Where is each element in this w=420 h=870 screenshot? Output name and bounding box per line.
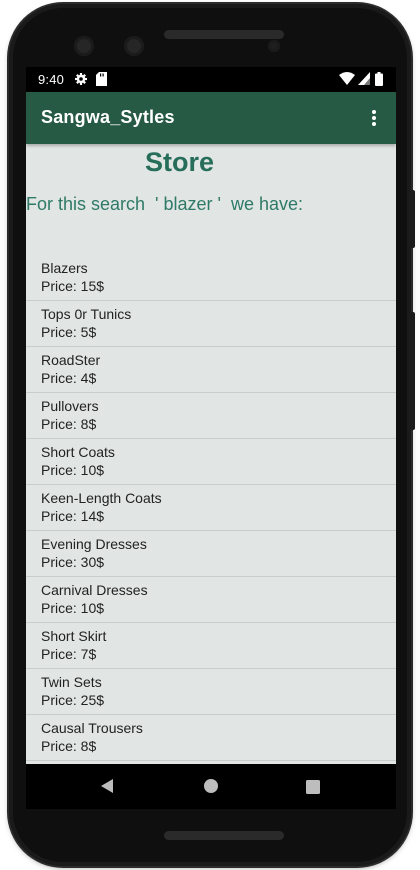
product-name: Pullovers <box>41 398 99 414</box>
product-name: Carnival Dresses <box>41 582 148 598</box>
product-name: Short Coats <box>41 444 115 460</box>
product-item[interactable]: Causal Trousers Price: 8$ <box>26 715 396 761</box>
product-name: Short Skirt <box>41 628 107 644</box>
product-price: Price: 10$ <box>41 600 105 616</box>
sd-card-icon <box>96 72 107 91</box>
product-price: Price: 7$ <box>41 646 97 662</box>
product-item[interactable]: Keen-Length Coats Price: 14$ <box>26 485 396 531</box>
search-result-label: For this search ' blazer ' we have: <box>26 194 303 214</box>
product-item[interactable]: Tops 0r Tunics Price: 5$ <box>26 301 396 347</box>
product-item[interactable]: Carnival Dresses Price: 10$ <box>26 577 396 623</box>
product-item[interactable]: Twin Sets Price: 25$ <box>26 669 396 715</box>
product-item[interactable]: Short Coats Price: 10$ <box>26 439 396 485</box>
home-icon[interactable] <box>203 778 219 798</box>
product-price: Price: 4$ <box>41 370 97 386</box>
store-heading: Store <box>144 147 215 177</box>
app-screen: 9:40 Sangwa_Sytles Store For this search… <box>26 67 396 809</box>
status-bar: 9:40 <box>26 67 396 92</box>
product-price: Price: 8$ <box>41 416 97 432</box>
light-sensor <box>268 40 280 52</box>
product-item[interactable]: RoadSter Price: 4$ <box>26 347 396 393</box>
overflow-menu-icon[interactable] <box>364 108 384 128</box>
wifi-icon <box>339 72 355 90</box>
product-name: Tops 0r Tunics <box>41 306 132 322</box>
product-name: Keen-Length Coats <box>41 490 162 506</box>
product-price: Price: 30$ <box>41 554 105 570</box>
gear-icon <box>74 72 88 91</box>
product-name: Causal Trousers <box>41 720 143 736</box>
front-camera <box>74 36 94 56</box>
product-price: Price: 8$ <box>41 738 97 754</box>
power-button[interactable] <box>409 190 415 248</box>
product-price: Price: 15$ <box>41 278 105 294</box>
app-bar: Sangwa_Sytles <box>26 92 396 144</box>
earpiece-speaker <box>164 30 284 39</box>
app-title: Sangwa_Sytles <box>41 107 175 127</box>
product-item[interactable]: Short Skirt Price: 7$ <box>26 623 396 669</box>
product-price: Price: 10$ <box>41 462 105 478</box>
product-name: RoadSter <box>41 352 101 368</box>
recents-icon[interactable] <box>306 779 320 798</box>
product-name: Blazers <box>41 260 88 276</box>
navigation-bar <box>26 764 396 809</box>
bottom-speaker <box>164 831 284 840</box>
product-price: Price: 5$ <box>41 324 97 340</box>
product-name: Twin Sets <box>41 674 102 690</box>
product-name: Evening Dresses <box>41 536 147 552</box>
product-list: Blazers Price: 15$ Tops 0r Tunics Price: 5$… <box>26 255 396 761</box>
proximity-sensor <box>124 36 144 56</box>
signal-icon <box>358 72 370 90</box>
product-price: Price: 25$ <box>41 692 105 708</box>
volume-button[interactable] <box>409 312 415 430</box>
product-item[interactable]: Evening Dresses Price: 30$ <box>26 531 396 577</box>
battery-icon <box>375 72 383 91</box>
back-icon[interactable] <box>100 778 114 798</box>
product-price: Price: 14$ <box>41 508 105 524</box>
product-item[interactable]: Pullovers Price: 8$ <box>26 393 396 439</box>
status-time: 9:40 <box>38 72 65 87</box>
product-item[interactable]: Blazers Price: 15$ <box>26 255 396 301</box>
